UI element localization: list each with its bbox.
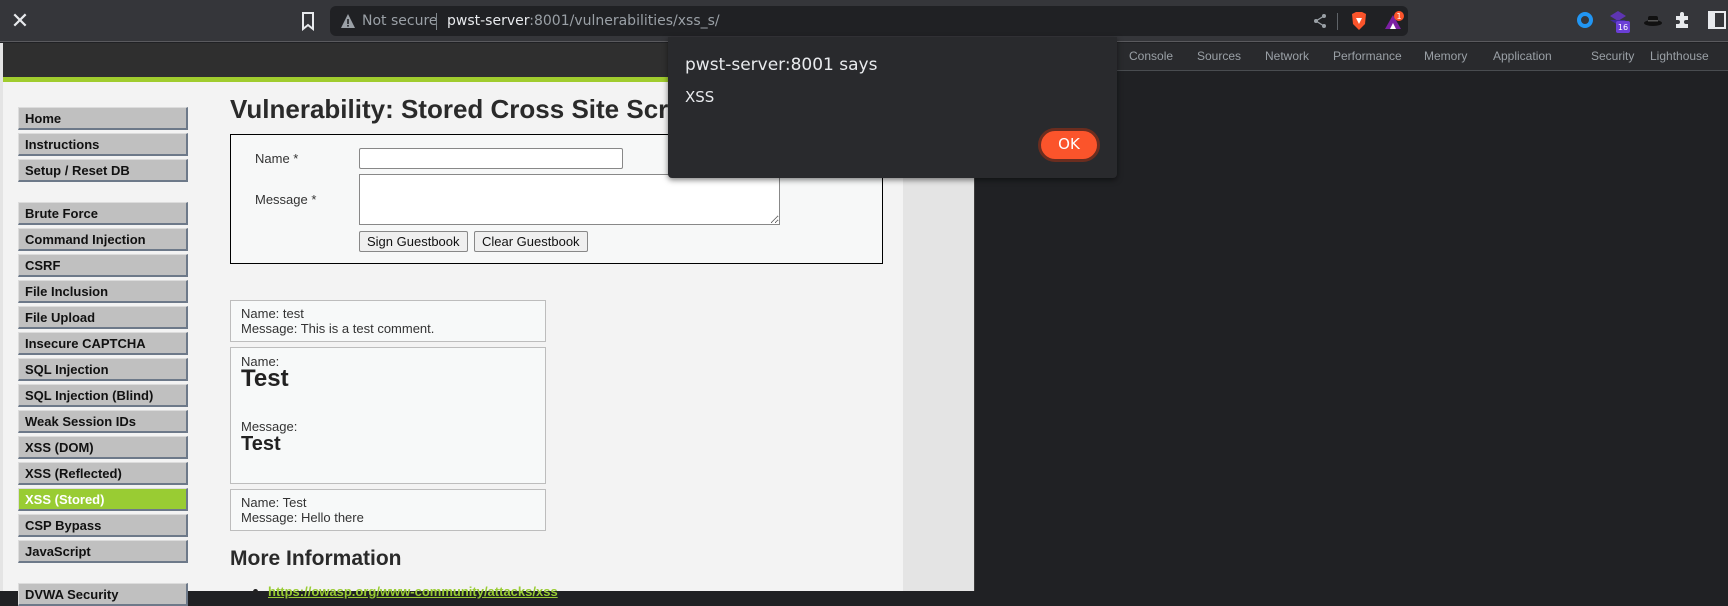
sidebar-item-javascript[interactable]: JavaScript — [18, 540, 188, 563]
tab-security[interactable]: Security — [1591, 49, 1634, 63]
ok-button[interactable]: OK — [1038, 128, 1100, 162]
tab-performance[interactable]: Performance — [1333, 49, 1402, 63]
tab-network[interactable]: Network — [1265, 49, 1309, 63]
message-label: Message * — [255, 192, 317, 207]
sidebar-item-sql-injection[interactable]: SQL Injection — [18, 358, 188, 381]
sidebar-item-dvwa-security[interactable]: DVWA Security — [18, 583, 188, 606]
sidebar-item-setup[interactable]: Setup / Reset DB — [18, 159, 188, 182]
dialog-title: pwst-server:8001 says — [685, 55, 878, 75]
sidebar-item-xss-stored[interactable]: XSS (Stored) — [18, 488, 188, 511]
tab-memory[interactable]: Memory — [1424, 49, 1467, 63]
sidebar-item-instructions[interactable]: Instructions — [18, 133, 188, 156]
sidebar-panel-icon[interactable] — [1708, 11, 1726, 29]
tab-sources[interactable]: Sources — [1197, 49, 1241, 63]
message-textarea[interactable] — [359, 174, 780, 225]
brave-shields-icon[interactable] — [1350, 11, 1368, 31]
url-host: pwst-server — [447, 13, 530, 29]
url-path: :8001/vulnerabilities/xss_s/ — [529, 13, 720, 29]
tab-lighthouse[interactable]: Lighthouse — [1650, 49, 1709, 63]
url-text[interactable]: pwst-server:8001/vulnerabilities/xss_s/ — [447, 13, 720, 29]
guestbook-entry: Name: Test Message: Hello there — [230, 489, 546, 531]
name-input[interactable] — [359, 148, 623, 169]
extension-ring-icon[interactable] — [1576, 11, 1594, 29]
address-bar[interactable]: Not secure pwst-server:8001/vulnerabilit… — [330, 6, 1408, 36]
sidebar-item-brute-force[interactable]: Brute Force — [18, 202, 188, 225]
sidebar-item-xss-reflected[interactable]: XSS (Reflected) — [18, 462, 188, 485]
extension-badge: 16 — [1618, 23, 1628, 32]
extensions-puzzle-icon[interactable] — [1673, 11, 1691, 29]
brave-rewards-icon[interactable]: 1 — [1383, 11, 1405, 31]
entry-message-label: Message: — [241, 419, 298, 434]
entry-name: Name: Test — [241, 495, 307, 510]
warning-icon[interactable] — [340, 13, 356, 29]
alert-dialog: pwst-server:8001 says XSS OK — [668, 37, 1117, 178]
rewards-badge: 1 — [1396, 12, 1401, 21]
sidebar-item-home[interactable]: Home — [18, 107, 188, 130]
guestbook-entry: Name: Test Message: Test — [230, 347, 546, 484]
sign-guestbook-button[interactable]: Sign Guestbook — [359, 231, 468, 252]
sidebar-item-weak-session-ids[interactable]: Weak Session IDs — [18, 410, 188, 433]
owasp-xss-link[interactable]: https://owasp.org/www-community/attacks/… — [268, 584, 558, 599]
entry-message: Message: Hello there — [241, 510, 364, 525]
share-icon[interactable] — [1312, 13, 1328, 29]
more-information-heading: More Information — [230, 547, 402, 570]
sidebar-item-insecure-captcha[interactable]: Insecure CAPTCHA — [18, 332, 188, 355]
name-label: Name * — [255, 151, 299, 166]
entry-message: Message: This is a test comment. — [241, 321, 435, 336]
security-label[interactable]: Not secure — [362, 13, 438, 29]
divider — [436, 13, 437, 30]
bookmark-icon[interactable] — [300, 11, 316, 31]
sidebar-item-xss-dom[interactable]: XSS (DOM) — [18, 436, 188, 459]
extension-stack-icon[interactable]: 16 — [1608, 8, 1632, 34]
sidebar-item-command-injection[interactable]: Command Injection — [18, 228, 188, 251]
hat-extension-icon[interactable] — [1642, 11, 1664, 29]
sidebar-item-csp-bypass[interactable]: CSP Bypass — [18, 514, 188, 537]
sidebar-item-file-upload[interactable]: File Upload — [18, 306, 188, 329]
browser-toolbar: ✕ Not secure pwst-server:8001/vulnerabil… — [0, 0, 1728, 42]
sidebar-item-csrf[interactable]: CSRF — [18, 254, 188, 277]
divider — [1337, 13, 1338, 30]
entry-name-value: Test — [241, 365, 289, 392]
clear-guestbook-button[interactable]: Clear Guestbook — [474, 231, 588, 252]
tab-console[interactable]: Console — [1129, 49, 1173, 63]
tab-application[interactable]: Application — [1493, 49, 1552, 63]
close-icon[interactable]: ✕ — [8, 9, 32, 33]
sidebar-item-sql-injection-blind[interactable]: SQL Injection (Blind) — [18, 384, 188, 407]
dialog-message: XSS — [685, 88, 715, 106]
list-bullet — [253, 589, 258, 594]
entry-message-value: Test — [241, 433, 281, 455]
entry-name: Name: test — [241, 306, 304, 321]
sidebar-item-file-inclusion[interactable]: File Inclusion — [18, 280, 188, 303]
guestbook-entry: Name: test Message: This is a test comme… — [230, 300, 546, 342]
